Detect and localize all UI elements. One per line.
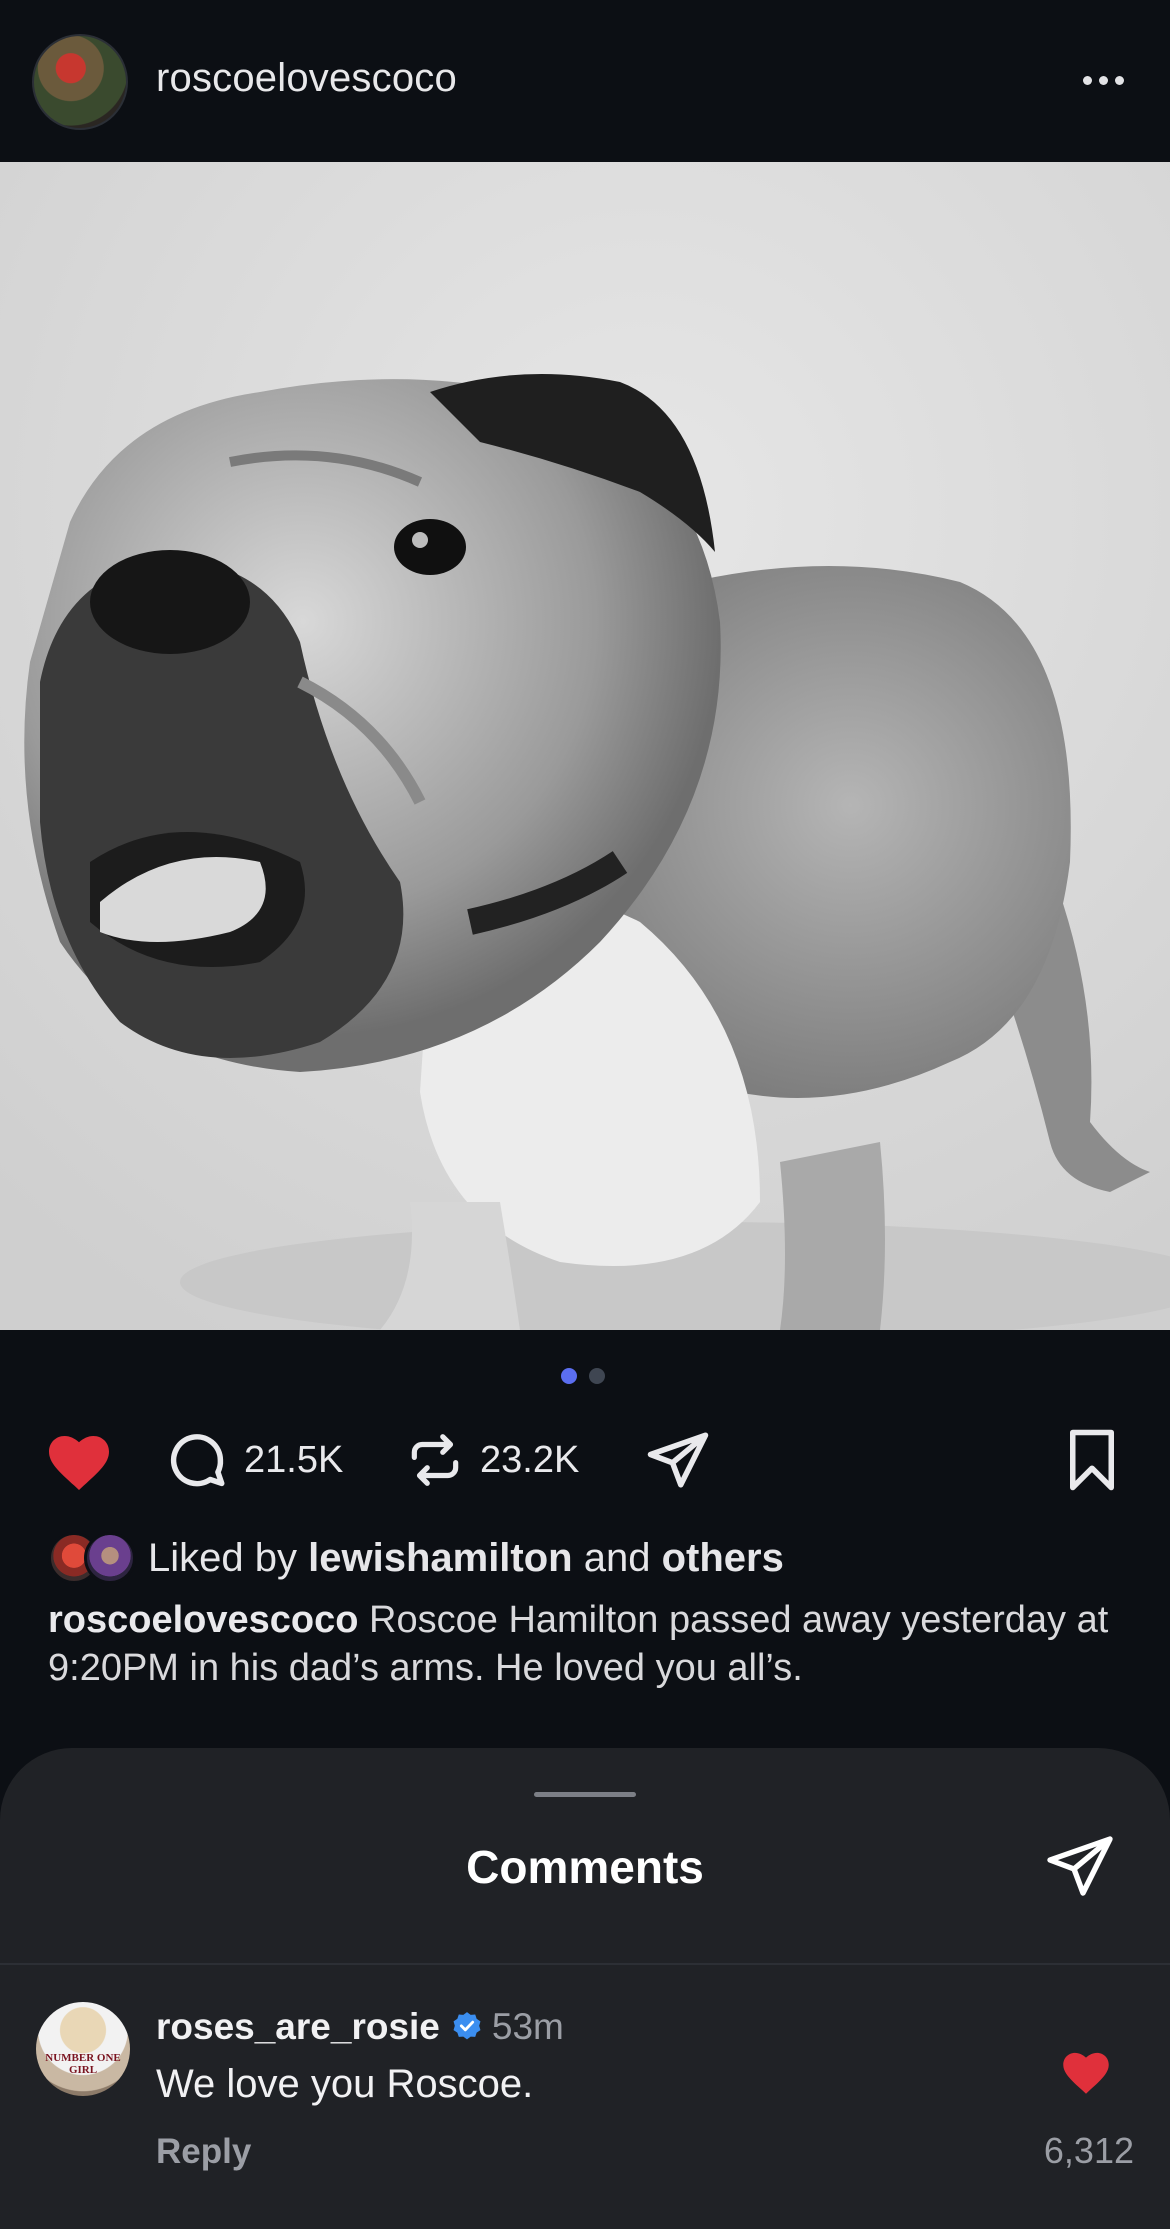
profile-avatar[interactable] [32,34,128,130]
comment-text: We love you Roscoe. [156,2062,534,2106]
post-caption: roscoelovescoco Roscoe Hamilton passed a… [48,1596,1128,1692]
like-button[interactable] [42,1420,116,1500]
repost-button[interactable]: 23.2K [404,1420,579,1500]
carousel-dot [589,1368,605,1384]
post-username[interactable]: roscoelovescoco [156,56,457,101]
sheet-share-button[interactable] [1044,1830,1116,1902]
send-icon [1047,1836,1113,1896]
comment-header: roses_are_rosie 53m [156,2006,564,2048]
bookmark-icon [1070,1429,1114,1491]
carousel-indicator [561,1368,605,1384]
divider [0,1963,1170,1965]
heart-filled-icon [1063,2052,1109,2094]
share-button[interactable] [644,1420,712,1500]
verified-badge-icon [453,2012,481,2040]
liked-by-conjunction: and [583,1535,651,1580]
repost-icon [411,1434,459,1486]
send-icon [647,1432,709,1488]
carousel-dot-active [561,1368,577,1384]
comment-icon [170,1434,225,1487]
commenter-avatar[interactable] [36,2002,130,2096]
reposts-count: 23.2K [480,1438,580,1481]
bulldog-photo-illustration [0,162,1170,1330]
comments-count: 21.5K [244,1438,344,1481]
sheet-drag-handle[interactable] [534,1792,636,1797]
post-action-bar: 21.5K 23.2K [0,1420,1170,1500]
comments-button[interactable]: 21.5K [164,1420,343,1500]
caption-username[interactable]: roscoelovescoco [48,1599,358,1641]
liked-by-prefix: Liked by [148,1535,297,1580]
comment-time: 53m [491,2006,564,2047]
comment-like-button[interactable] [1058,2046,1114,2096]
more-options-icon[interactable] [1078,66,1128,94]
comments-sheet: Comments NUMBER ONE GIRL roses_are_rosie… [0,1748,1170,2229]
comment-like-count: 6,312 [1043,2130,1134,2171]
heart-filled-icon [49,1436,109,1490]
avatar-shirt-text: NUMBER ONE GIRL [45,2052,121,2076]
comment-item: NUMBER ONE GIRL roses_are_rosie 53m We l… [0,1996,1170,2196]
liked-by-text: Liked by lewishamilton and others [148,1536,784,1581]
liked-by-user[interactable]: lewishamilton [308,1536,573,1580]
save-button[interactable] [1062,1420,1122,1500]
comments-title: Comments [466,1841,704,1893]
commenter-username[interactable]: roses_are_rosie [156,2006,440,2048]
post-photo[interactable] [0,162,1170,1330]
reply-button[interactable]: Reply [156,2132,251,2172]
post-header: roscoelovescoco [0,0,1170,160]
liker-avatar [84,1532,136,1584]
liked-by-row[interactable]: Liked by lewishamilton and others [48,1530,784,1586]
liked-by-others[interactable]: others [662,1536,784,1580]
